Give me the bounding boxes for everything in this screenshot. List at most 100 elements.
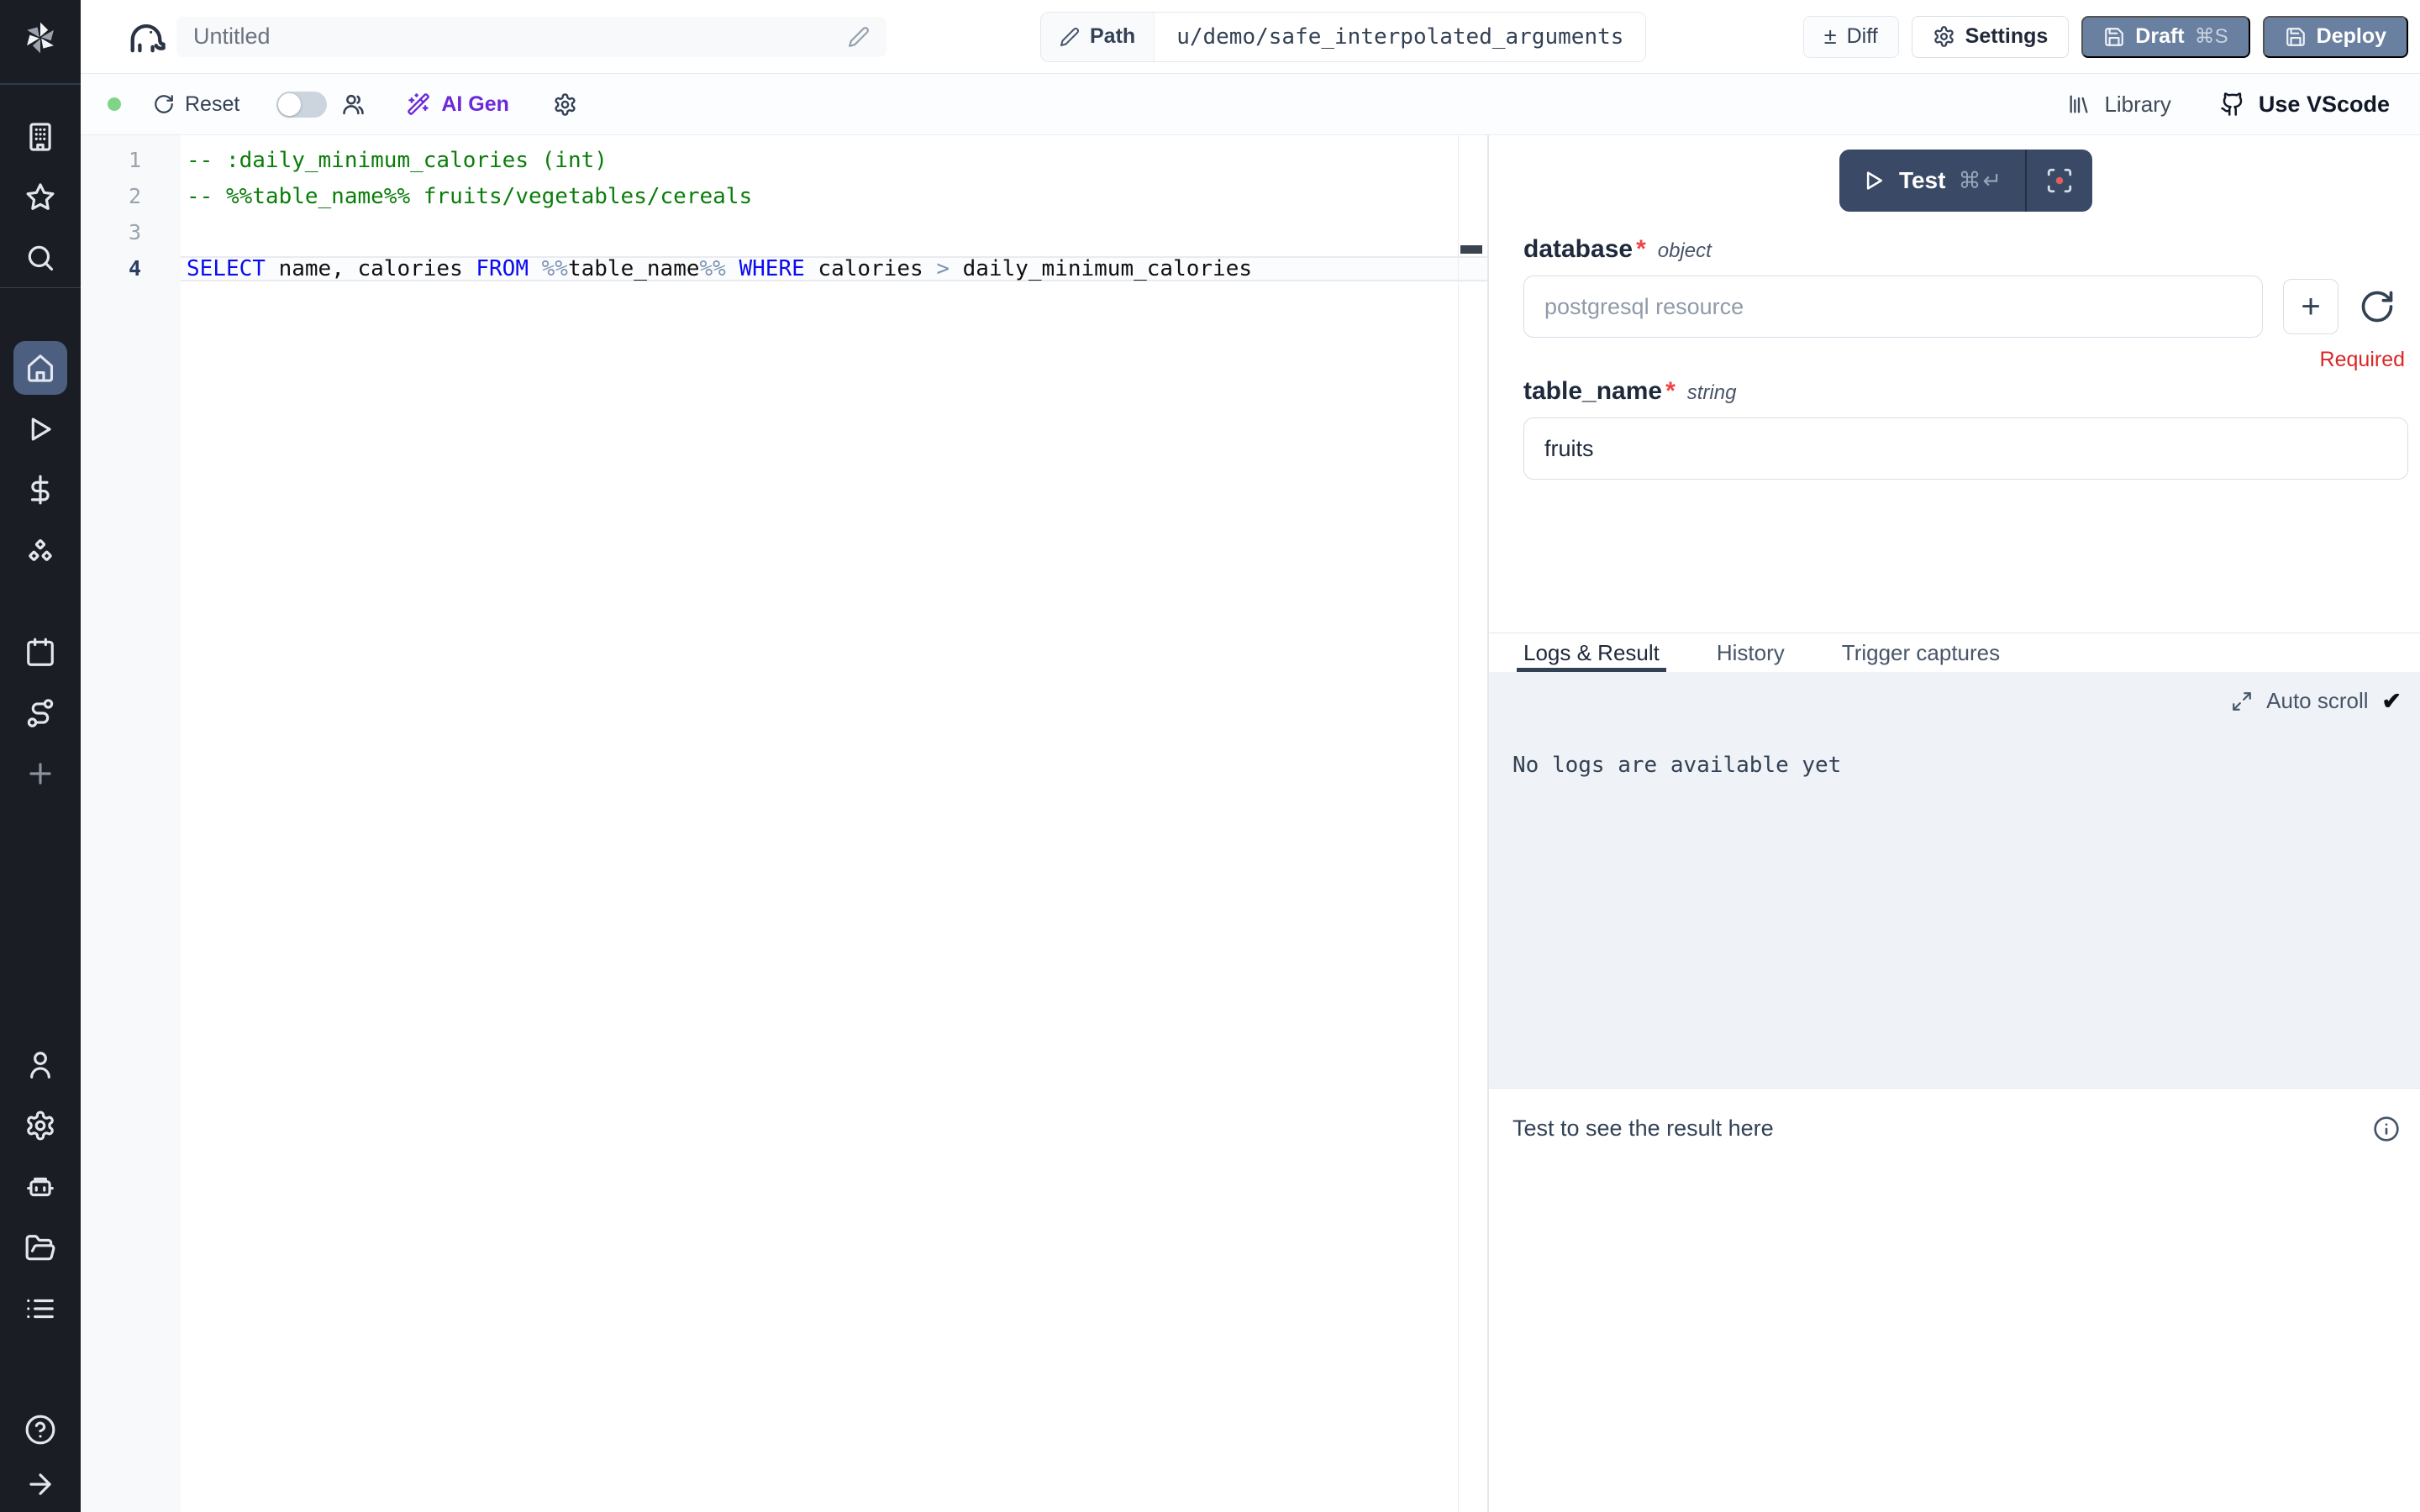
path-label-segment: Path — [1041, 13, 1155, 61]
result-placeholder-text: Test to see the result here — [1512, 1116, 1774, 1142]
schedules-calendar-icon[interactable] — [24, 637, 56, 669]
field-type: string — [1687, 381, 1737, 405]
tab-history[interactable]: History — [1717, 633, 1785, 672]
auto-scroll-label: Auto scroll — [2266, 688, 2368, 714]
path-field[interactable]: Path u/demo/safe_interpolated_arguments — [1040, 12, 1646, 62]
database-field-label: database * object — [1523, 235, 2408, 264]
resources-boxes-icon[interactable] — [24, 536, 56, 568]
test-button-group: Test ⌘↵ — [1839, 150, 2092, 212]
result-tabs: Logs & Result History Trigger captures — [1489, 633, 2420, 672]
topbar-actions: ± Diff Settings Draft ⌘S Deploy — [1803, 16, 2408, 58]
editor-toolbar: Reset AI Gen Library Use VScode — [81, 74, 2420, 135]
edit-path-pencil-icon — [1060, 27, 1080, 47]
reset-refresh-icon — [153, 93, 175, 115]
folders-icon[interactable] — [24, 1232, 56, 1264]
settings-label: Settings — [1965, 24, 2049, 49]
tab-logs-result[interactable]: Logs & Result — [1523, 633, 1660, 672]
top-bar: Untitled Path u/demo/safe_interpolated_a… — [81, 0, 2420, 74]
test-label: Test — [1899, 167, 1946, 194]
play-icon — [1861, 168, 1886, 193]
add-resource-button[interactable]: + — [2283, 279, 2338, 334]
settings-gear-icon — [1933, 25, 1955, 48]
auto-scroll-checkmark-icon: ✔ — [2382, 687, 2402, 715]
variables-dollar-icon[interactable] — [24, 474, 56, 506]
status-green-dot — [108, 97, 121, 111]
rail-divider — [0, 287, 81, 288]
toolbar-right: Library Use VScode — [2067, 92, 2390, 118]
collab-toggle[interactable] — [276, 92, 327, 118]
refresh-resource-icon[interactable] — [2359, 288, 2396, 325]
auto-scroll-control[interactable]: Auto scroll ✔ — [2231, 687, 2402, 715]
database-input[interactable] — [1523, 276, 2263, 338]
line-number-gutter — [81, 135, 181, 1512]
workers-robot-icon[interactable] — [24, 1171, 56, 1203]
test-shortcut: ⌘↵ — [1958, 168, 2003, 194]
github-octocat-icon — [2220, 92, 2245, 117]
required-asterisk: * — [1636, 235, 1646, 264]
library-icon — [2067, 92, 2091, 116]
reset-button[interactable]: Reset — [153, 92, 239, 117]
triggers-route-icon[interactable] — [24, 697, 56, 729]
code-line[interactable]: 2-- %%table_name%% fruits/vegetables/cer… — [81, 178, 1487, 214]
windmill-logo-icon[interactable] — [21, 18, 60, 57]
add-plus-icon[interactable] — [24, 758, 56, 790]
table-name-field-label: table_name * string — [1523, 377, 2408, 406]
library-label: Library — [2104, 92, 2170, 118]
code-line[interactable]: 3 — [81, 214, 1487, 250]
users-person-icon[interactable] — [24, 1049, 56, 1081]
table-name-input[interactable] — [1523, 417, 2408, 480]
diff-label: Diff — [1847, 24, 1878, 49]
arguments-section: Test ⌘↵ database * object + Required tab… — [1489, 135, 2420, 633]
overview-ruler[interactable] — [1458, 135, 1482, 1512]
workspace-building-icon[interactable] — [24, 121, 56, 153]
use-vscode-label: Use VScode — [2259, 92, 2390, 118]
diff-plusminus-icon: ± — [1824, 25, 1837, 48]
search-icon[interactable] — [24, 242, 56, 274]
draft-button[interactable]: Draft ⌘S — [2081, 16, 2249, 58]
run-panel: Test ⌘↵ database * object + Required tab… — [1487, 135, 2420, 1512]
diff-button[interactable]: ± Diff — [1803, 16, 1899, 58]
deploy-label: Deploy — [2317, 24, 2386, 49]
required-note: Required — [1523, 348, 2408, 372]
draft-shortcut: ⌘S — [2195, 24, 2228, 49]
field-name: database — [1523, 235, 1633, 264]
draft-label: Draft — [2135, 24, 2184, 49]
library-button[interactable]: Library — [2067, 92, 2170, 118]
logs-empty-text: No logs are available yet — [1512, 753, 2402, 778]
path-label: Path — [1090, 24, 1135, 49]
editor-settings-gear-icon[interactable] — [553, 92, 577, 117]
code-editor[interactable]: 1-- :daily_minimum_calories (int)2-- %%t… — [81, 135, 1487, 1512]
left-rail — [0, 0, 81, 1512]
capture-button[interactable] — [2027, 150, 2092, 212]
collaborators-users-icon[interactable] — [340, 92, 366, 118]
field-type: object — [1658, 239, 1712, 263]
settings-button[interactable]: Settings — [1912, 16, 2070, 58]
tab-trigger-captures[interactable]: Trigger captures — [1842, 633, 2000, 672]
edit-title-pencil-icon[interactable] — [848, 26, 870, 48]
expand-logs-icon[interactable] — [2231, 690, 2253, 712]
deploy-button[interactable]: Deploy — [2263, 16, 2408, 58]
ai-gen-label: AI Gen — [441, 92, 509, 117]
rail-divider-top — [0, 83, 81, 85]
home-icon — [24, 352, 56, 384]
code-line[interactable]: 1-- :daily_minimum_calories (int) — [81, 142, 1487, 178]
expand-rail-arrow-icon[interactable] — [24, 1468, 56, 1500]
logs-area: Auto scroll ✔ No logs are available yet — [1489, 672, 2420, 1088]
code-line[interactable]: 4SELECT name, calories FROM %%table_name… — [81, 250, 1487, 286]
help-icon[interactable] — [24, 1414, 56, 1446]
required-asterisk: * — [1665, 377, 1676, 406]
use-vscode-button[interactable]: Use VScode — [2220, 92, 2390, 118]
script-title-field[interactable]: Untitled — [176, 17, 886, 57]
sidebar-item-home[interactable] — [13, 341, 67, 395]
settings-gear-icon[interactable] — [24, 1110, 56, 1142]
favorites-star-icon[interactable] — [24, 181, 56, 213]
field-name: table_name — [1523, 377, 1662, 406]
magic-wand-icon — [407, 92, 430, 116]
test-button[interactable]: Test ⌘↵ — [1839, 150, 2025, 212]
info-icon[interactable] — [2373, 1116, 2400, 1142]
save-icon — [2285, 26, 2307, 48]
audit-logs-list-icon[interactable] — [24, 1293, 56, 1325]
runs-play-icon[interactable] — [24, 413, 56, 445]
code-lines: 1-- :daily_minimum_calories (int)2-- %%t… — [81, 142, 1487, 286]
ai-gen-button[interactable]: AI Gen — [407, 92, 509, 117]
